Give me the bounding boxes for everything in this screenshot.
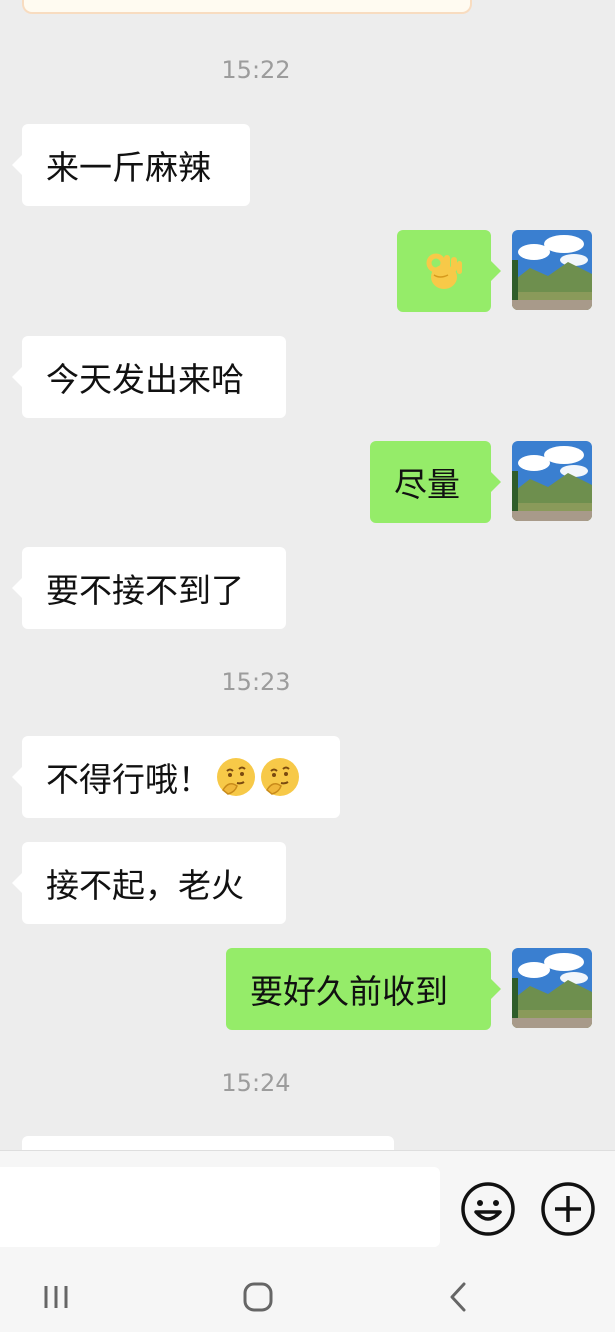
message-text: 尽量 [394,465,460,504]
ok-hand-emoji-icon [426,253,462,289]
message-text: 要不接不到了 [46,571,244,610]
smiley-face-icon[interactable] [460,1181,516,1237]
home-icon[interactable] [228,1274,288,1320]
message-bubble-outgoing[interactable]: 要好久前收到 [226,948,501,1030]
timestamp: 15:22 [221,56,291,84]
avatar[interactable] [512,948,592,1028]
message-bubble-incoming[interactable]: 要不接不到了 [12,547,286,629]
message-text: 不得行哦！ [46,760,211,799]
message-bubble-outgoing[interactable] [397,230,501,312]
message-text: 接不起，老火 [46,866,244,905]
landscape-avatar-icon [512,948,592,1028]
top-partial-card [22,0,472,14]
message-bubble-incoming[interactable]: 接不起，老火 [12,842,286,924]
back-chevron-icon[interactable] [428,1274,488,1320]
message-input-bar [0,1150,615,1261]
message-bubble-incoming[interactable]: 不得行哦！ [12,736,340,818]
message-bubble-incoming[interactable]: 来一斤麻辣 [12,124,250,206]
message-text: 来一斤麻辣 [46,148,211,187]
avatar[interactable] [512,441,592,521]
timestamp: 15:23 [221,668,291,696]
thinking-face-emoji-icon [261,758,299,796]
timestamp: 15:24 [221,1069,291,1097]
thinking-face-emoji-icon [217,758,255,796]
landscape-avatar-icon [512,230,592,310]
message-text: 今天发出来哈 [46,360,244,399]
system-navigation-bar [0,1260,615,1332]
message-input[interactable] [0,1167,440,1247]
plus-circle-icon[interactable] [540,1181,596,1237]
message-bubble-outgoing[interactable]: 尽量 [370,441,501,523]
message-bubble-incoming[interactable]: 今天发出来哈 [12,336,286,418]
landscape-avatar-icon [512,441,592,521]
recent-apps-icon[interactable] [26,1274,86,1320]
message-text: 要好久前收到 [250,972,448,1011]
avatar[interactable] [512,230,592,310]
